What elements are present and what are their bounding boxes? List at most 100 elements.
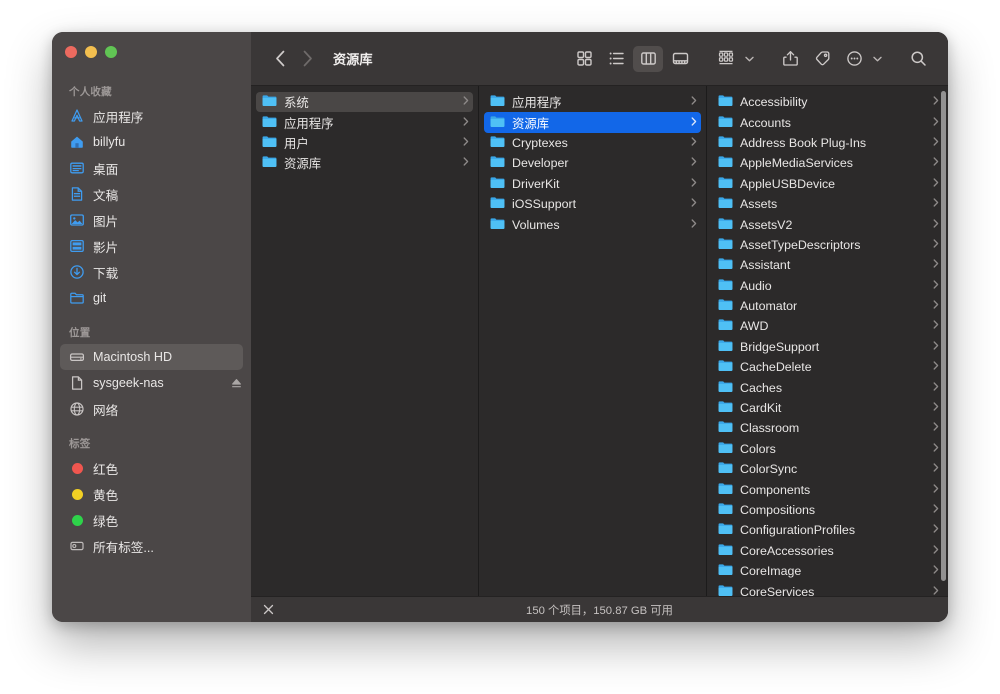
sidebar-item-所有标签[interactable]: 所有标签...: [60, 533, 243, 559]
sidebar-item-图片[interactable]: 图片: [60, 207, 243, 233]
folder-icon: [718, 196, 733, 212]
folder-icon: [718, 482, 733, 498]
folder-icon: [718, 380, 733, 396]
column-row[interactable]: 应用程序: [484, 92, 701, 112]
column-row[interactable]: Address Book Plug-Ins: [712, 133, 943, 153]
column-row[interactable]: 应用程序: [256, 112, 473, 132]
disclosure-chevron-icon: [933, 320, 939, 332]
sidebar-item-网络[interactable]: 网络: [60, 396, 243, 422]
column-row[interactable]: ColorSync: [712, 459, 943, 479]
disclosure-chevron-icon: [933, 422, 939, 434]
disclosure-chevron-icon: [463, 96, 469, 108]
column-row[interactable]: AssetTypeDescriptors: [712, 235, 943, 255]
more-actions-chevron-down-icon[interactable]: [870, 56, 884, 62]
tag-button[interactable]: [807, 46, 837, 72]
column-row[interactable]: Developer: [484, 153, 701, 173]
disclosure-chevron-icon: [691, 198, 697, 210]
statusbar-close-icon[interactable]: [261, 603, 275, 617]
column-row[interactable]: Automator: [712, 296, 943, 316]
folder-icon: [718, 318, 733, 334]
gallery-view-button[interactable]: [665, 46, 695, 72]
sidebar-item-桌面[interactable]: 桌面: [60, 155, 243, 181]
column-row[interactable]: CoreServices: [712, 581, 943, 596]
column-row[interactable]: Cryptexes: [484, 133, 701, 153]
tag-dot-icon: [69, 486, 85, 502]
column-row[interactable]: CacheDelete: [712, 357, 943, 377]
column-row[interactable]: AppleMediaServices: [712, 153, 943, 173]
column-row[interactable]: CoreAccessories: [712, 541, 943, 561]
column-row[interactable]: 系统: [256, 92, 473, 112]
folder-icon: [262, 94, 277, 110]
folder-icon: [262, 135, 277, 151]
folder-icon: [718, 115, 733, 131]
folder-icon: [718, 257, 733, 273]
column-row[interactable]: 资源库: [256, 153, 473, 173]
minimize-button[interactable]: [85, 46, 97, 58]
sidebar-item-下载[interactable]: 下载: [60, 259, 243, 285]
list-view-button[interactable]: [601, 46, 631, 72]
column-row-label: 应用程序: [284, 114, 456, 132]
forward-button[interactable]: [294, 45, 321, 72]
column-view-button[interactable]: [633, 46, 663, 72]
column-row[interactable]: ConfigurationProfiles: [712, 520, 943, 540]
disclosure-chevron-icon: [933, 239, 939, 251]
view-mode-group: [568, 46, 696, 72]
column-row[interactable]: Assets: [712, 194, 943, 214]
column-row[interactable]: Colors: [712, 439, 943, 459]
sidebar-item-sysgeek-nas[interactable]: sysgeek-nas: [60, 370, 243, 396]
sidebar-item-文稿[interactable]: 文稿: [60, 181, 243, 207]
column-row[interactable]: Components: [712, 479, 943, 499]
group-by-button[interactable]: [711, 46, 741, 72]
folder-icon: [718, 135, 733, 151]
folder-icon: [718, 461, 733, 477]
sidebar-item-macintosh-hd[interactable]: Macintosh HD: [60, 344, 243, 370]
column-row[interactable]: Volumes: [484, 214, 701, 234]
column-row[interactable]: CardKit: [712, 398, 943, 418]
share-button[interactable]: [775, 46, 805, 72]
column-row-label: Audio: [740, 279, 926, 293]
column-row[interactable]: Classroom: [712, 418, 943, 438]
column-row[interactable]: BridgeSupport: [712, 337, 943, 357]
close-button[interactable]: [65, 46, 77, 58]
more-actions-button[interactable]: [839, 46, 869, 72]
sidebar-item-黄色[interactable]: 黄色: [60, 481, 243, 507]
column-row[interactable]: iOSSupport: [484, 194, 701, 214]
column-row[interactable]: Caches: [712, 377, 943, 397]
zoom-button[interactable]: [105, 46, 117, 58]
folder-icon: [69, 290, 85, 306]
sidebar-item-应用程序[interactable]: 应用程序: [60, 103, 243, 129]
search-button[interactable]: [903, 46, 933, 72]
column-row[interactable]: 用户: [256, 133, 473, 153]
icon-view-button[interactable]: [569, 46, 599, 72]
column-row[interactable]: Audio: [712, 276, 943, 296]
column-row[interactable]: Compositions: [712, 500, 943, 520]
sidebar-item-影片[interactable]: 影片: [60, 233, 243, 259]
folder-icon: [718, 237, 733, 253]
sidebar-item-git[interactable]: git: [60, 285, 243, 311]
eject-icon[interactable]: [230, 377, 243, 390]
sidebar-item-billyfu[interactable]: billyfu: [60, 129, 243, 155]
column-scrollbar[interactable]: [941, 91, 946, 581]
disclosure-chevron-icon: [933, 524, 939, 536]
column-row[interactable]: Accessibility: [712, 92, 943, 112]
column-row[interactable]: CoreImage: [712, 561, 943, 581]
column-row[interactable]: AssetsV2: [712, 214, 943, 234]
column-row[interactable]: AWD: [712, 316, 943, 336]
sidebar-item-绿色[interactable]: 绿色: [60, 507, 243, 533]
column-row[interactable]: Accounts: [712, 112, 943, 132]
sidebar-item-label: 所有标签...: [93, 537, 154, 556]
column-row-label: CoreAccessories: [740, 544, 926, 558]
column-1: 系统应用程序用户资源库: [251, 86, 479, 596]
column-row[interactable]: DriverKit: [484, 174, 701, 194]
sidebar-item-红色[interactable]: 红色: [60, 455, 243, 481]
column-row-label: AssetTypeDescriptors: [740, 238, 926, 252]
folder-icon: [490, 135, 505, 151]
column-row[interactable]: Assistant: [712, 255, 943, 275]
folder-icon: [718, 502, 733, 518]
group-by-chevron-down-icon[interactable]: [742, 56, 756, 62]
folder-icon: [490, 217, 505, 233]
column-row[interactable]: 资源库: [484, 112, 701, 132]
disclosure-chevron-icon: [933, 117, 939, 129]
back-button[interactable]: [267, 45, 294, 72]
column-row[interactable]: AppleUSBDevice: [712, 174, 943, 194]
